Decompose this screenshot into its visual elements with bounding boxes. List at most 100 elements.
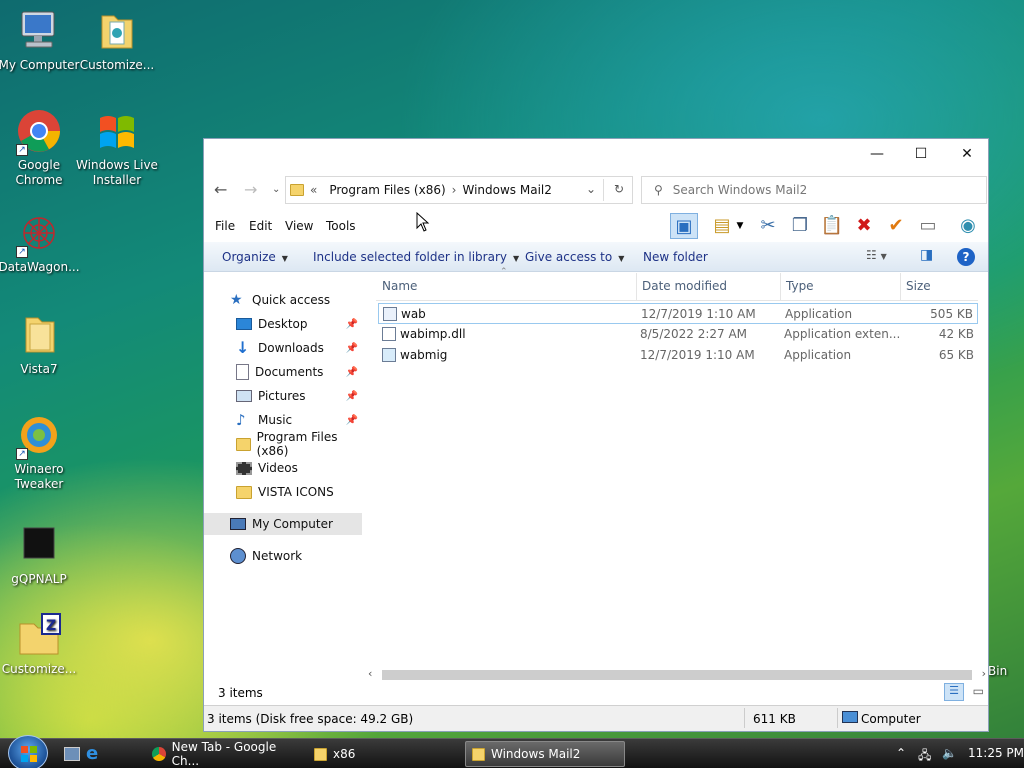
taskbar: e New Tab - Google Ch... x86 Windows Mai…	[0, 735, 1024, 768]
give-access-button[interactable]: Give access to ▼	[525, 250, 624, 264]
desktop-icon-winaero-tweaker[interactable]: ↗ Winaero Tweaker	[0, 412, 80, 492]
address-separator	[603, 179, 604, 201]
rename-icon[interactable]: ▭	[914, 213, 942, 239]
search-box[interactable]: ⚲ Search Windows Mail2	[641, 176, 987, 204]
pin-icon[interactable]: 📌	[346, 391, 358, 402]
scrollbar-thumb[interactable]	[382, 670, 972, 680]
start-button[interactable]	[8, 735, 48, 768]
preview-pane-toggle-icon[interactable]: ▣	[670, 213, 698, 239]
minimize-button[interactable]: —	[854, 139, 900, 169]
desktop-icon	[236, 318, 252, 330]
menu-file[interactable]: File	[215, 219, 235, 233]
nav-program-files[interactable]: Program Files (x86)	[204, 430, 362, 458]
tray-expand-chevron-icon[interactable]: ⌃	[896, 746, 906, 760]
nav-vista-icons[interactable]: VISTA ICONS	[204, 481, 362, 503]
internet-explorer-icon[interactable]: e	[86, 743, 98, 764]
file-row[interactable]: wabmig 12/7/2019 1:10 AM Application 65 …	[378, 345, 978, 366]
volume-icon[interactable]: 🔈	[942, 746, 957, 760]
new-folder-button[interactable]: New folder	[643, 250, 708, 264]
pin-icon[interactable]: 📌	[346, 367, 358, 378]
column-header-name[interactable]: Name	[382, 279, 417, 293]
taskbar-item-chrome[interactable]: New Tab - Google Ch...	[146, 740, 304, 768]
include-in-library-button[interactable]: Include selected folder in library ▼	[313, 250, 519, 264]
paste-icon[interactable]: 📋	[818, 213, 846, 239]
desktop-icon-label: Google Chrome	[15, 158, 63, 187]
desktop-icon-my-computer[interactable]: My Computer	[0, 8, 80, 73]
refresh-icon[interactable]: ↻	[614, 182, 624, 196]
horizontal-scrollbar[interactable]: ‹ ›	[366, 667, 988, 683]
nav-pictures[interactable]: Pictures 📌	[204, 385, 362, 407]
folder-options-icon[interactable]: ▤	[708, 213, 736, 239]
desktop-icon-customize-1[interactable]: Customize...	[76, 8, 158, 73]
scroll-left-icon[interactable]: ‹	[368, 667, 372, 680]
desktop-icon-vista7[interactable]: Vista7	[0, 312, 80, 377]
globe-icon[interactable]: ◉	[954, 213, 982, 239]
breadcrumb-program-files[interactable]: Program Files (x86)	[329, 183, 445, 197]
column-header-type[interactable]: Type	[786, 279, 814, 293]
large-icons-view-icon[interactable]: ▭	[973, 684, 984, 698]
search-icon: ⚲	[654, 183, 663, 197]
organize-button[interactable]: Organize ▼	[222, 250, 288, 264]
maximize-button[interactable]: ☐	[898, 139, 944, 169]
nav-documents[interactable]: Documents 📌	[204, 361, 362, 383]
desktop-icon-gqpnalp[interactable]: gQPNALP	[0, 522, 80, 587]
nav-network[interactable]: Network	[204, 545, 362, 567]
title-bar: — ☐ ✕	[204, 139, 988, 169]
folder-icon	[94, 8, 140, 54]
nav-desktop[interactable]: Desktop 📌	[204, 313, 362, 335]
change-view-icon[interactable]: ☷ ▼	[866, 248, 887, 262]
checkmark-icon[interactable]: ✔	[882, 213, 910, 239]
taskbar-item-x86[interactable]: x86	[308, 741, 458, 767]
address-bar[interactable]: « Program Files (x86) › Windows Mail2 ⌄ …	[285, 176, 633, 204]
breadcrumb-windows-mail2[interactable]: Windows Mail2	[462, 183, 551, 197]
application-icon	[382, 348, 396, 362]
menu-tools[interactable]: Tools	[326, 219, 356, 233]
recent-locations-chevron-icon[interactable]: ⌄	[272, 184, 280, 195]
desktop-icon-label: gQPNALP	[11, 572, 67, 586]
address-dropdown-icon[interactable]: ⌄	[586, 182, 596, 196]
network-icon[interactable]: 🖧	[918, 746, 931, 767]
dropdown-caret-icon[interactable]: ▼	[734, 213, 746, 239]
file-row[interactable]: wab 12/7/2019 1:10 AM Application 505 KB	[378, 303, 978, 324]
close-button[interactable]: ✕	[944, 139, 990, 169]
show-desktop-icon[interactable]	[64, 747, 80, 761]
nav-downloads[interactable]: ↓ Downloads 📌	[204, 337, 362, 359]
desktop-icon-customize-2[interactable]: Z Customize...	[0, 612, 80, 677]
music-note-icon: ♪	[236, 411, 246, 429]
desktop-icon-datawagon[interactable]: ↗ DataWagon...	[0, 210, 80, 275]
back-arrow-icon[interactable]: ←	[214, 180, 227, 199]
forward-arrow-icon[interactable]: →	[244, 180, 257, 199]
nav-videos[interactable]: Videos	[204, 457, 362, 479]
nav-my-computer[interactable]: My Computer	[204, 513, 362, 535]
pin-icon[interactable]: 📌	[346, 319, 358, 330]
download-arrow-icon: ↓	[236, 338, 250, 357]
file-row[interactable]: wabimp.dll 8/5/2022 2:27 AM Application …	[378, 324, 978, 345]
network-icon	[230, 548, 246, 564]
pin-icon[interactable]: 📌	[346, 415, 358, 426]
column-header-size[interactable]: Size	[906, 279, 931, 293]
svg-text:Z: Z	[46, 618, 56, 634]
status-bar: 3 items (Disk free space: 49.2 GB) 611 K…	[204, 705, 988, 731]
desktop-icon-label: Customize...	[79, 58, 155, 72]
application-icon	[383, 307, 397, 321]
copy-icon[interactable]: ❐	[786, 213, 814, 239]
clock[interactable]: 11:25 PM	[968, 746, 1024, 760]
scroll-right-icon[interactable]: ›	[982, 667, 986, 680]
item-count-bar: 3 items ☰ ▭	[204, 683, 988, 703]
desktop-icon-google-chrome[interactable]: ↗ Google Chrome	[0, 108, 80, 188]
menu-edit[interactable]: Edit	[249, 219, 272, 233]
column-header-date[interactable]: Date modified	[642, 279, 727, 293]
nav-quick-access[interactable]: ★ Quick access	[204, 289, 362, 311]
nav-music[interactable]: ♪ Music 📌	[204, 409, 362, 431]
address-overflow[interactable]: «	[310, 183, 317, 197]
desktop-icon-windows-live-installer[interactable]: Windows Live Installer	[76, 108, 158, 188]
menu-view[interactable]: View	[285, 219, 313, 233]
preview-pane-icon[interactable]: ◨	[920, 247, 933, 263]
status-disk-space: 3 items (Disk free space: 49.2 GB)	[207, 712, 414, 726]
delete-icon[interactable]: ✖	[850, 213, 878, 239]
details-view-icon[interactable]: ☰	[944, 683, 964, 701]
pin-icon[interactable]: 📌	[346, 343, 358, 354]
help-icon[interactable]: ?	[957, 248, 975, 266]
cut-icon[interactable]: ✂	[754, 213, 782, 239]
taskbar-item-windows-mail2[interactable]: Windows Mail2	[465, 741, 625, 767]
